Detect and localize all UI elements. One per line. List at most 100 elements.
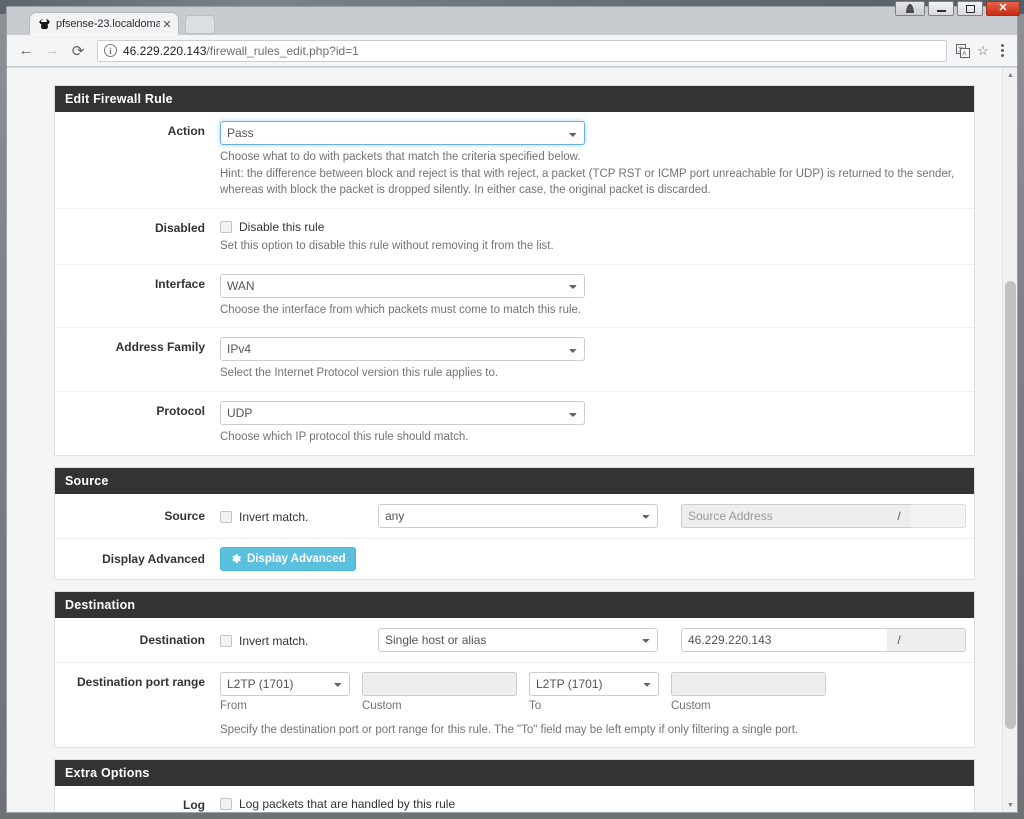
input-port-to-custom[interactable] — [671, 671, 826, 696]
form-group-source: Source Invert match. any Source Address … — [55, 494, 974, 539]
checkbox-source-invert[interactable] — [220, 510, 232, 523]
tab-title: pfsense-23.localdomain — [56, 18, 160, 30]
select-destination-mask[interactable] — [911, 627, 966, 652]
select-destination-type[interactable]: Single host or alias — [378, 627, 658, 652]
scroll-up-arrow-icon[interactable]: ▲ — [1003, 68, 1017, 83]
profile-icon[interactable] — [895, 1, 925, 16]
checkbox-log[interactable] — [220, 798, 232, 811]
panel-heading-extra-options: Extra Options — [55, 760, 974, 787]
url-text: 46.229.220.143/firewall_rules_edit.php?i… — [123, 44, 359, 58]
url-host: 46.229.220.143 — [123, 43, 207, 58]
port-to-cell: L2TP (1701) To — [529, 671, 659, 712]
reload-button[interactable]: ⟳ — [65, 38, 91, 64]
vertical-scrollbar[interactable]: ▲ ▼ — [1002, 68, 1017, 812]
help-disabled: Set this option to disable this rule wit… — [220, 240, 554, 253]
select-port-to[interactable]: L2TP (1701) — [529, 671, 659, 696]
select-port-from[interactable]: L2TP (1701) — [220, 671, 350, 696]
checkbox-row-source-invert[interactable]: Invert match. — [220, 508, 378, 524]
browser-menu-icon[interactable] — [993, 38, 1011, 64]
select-protocol[interactable]: UDP — [220, 401, 585, 426]
checkbox-destination-invert[interactable] — [220, 634, 232, 647]
new-tab-button[interactable] — [185, 15, 215, 34]
minimize-button[interactable] — [928, 1, 954, 16]
select-action[interactable]: Pass — [220, 121, 585, 145]
label-protocol: Protocol — [156, 404, 205, 419]
translate-icon[interactable]: 文 A — [953, 41, 973, 61]
scroll-down-arrow-icon[interactable]: ▼ — [1003, 798, 1017, 812]
help-action-3: whereas with block the packet is dropped… — [220, 184, 711, 197]
checkbox-row-disable-rule[interactable]: Disable this rule — [220, 218, 962, 234]
caption-port-from: From — [220, 699, 247, 712]
label-address-family: Address Family — [115, 340, 205, 355]
form-group-disabled: Disabled Disable this rule Set this opti… — [55, 209, 974, 265]
input-source-address[interactable] — [681, 503, 887, 528]
label-log: Log — [183, 798, 205, 813]
help-action-2: Hint: the difference between block and r… — [220, 167, 955, 180]
window-controls: ✕ — [895, 1, 1020, 16]
input-destination-address[interactable] — [681, 627, 887, 652]
panel-body-destination: Destination Invert match. Single host or… — [55, 618, 974, 748]
gear-icon — [232, 553, 241, 563]
scrollbar-thumb[interactable] — [1005, 281, 1016, 729]
checkbox-label-destination-invert: Invert match. — [239, 633, 309, 648]
help-action-1: Choose what to do with packets that matc… — [220, 151, 581, 163]
tab-close-icon[interactable]: ✕ — [160, 17, 174, 31]
form-group-interface: Interface WAN Choose the interface from … — [55, 265, 974, 329]
pfsense-page: Edit Firewall Rule Action Pass Choose wh… — [7, 68, 1002, 813]
help-port-range: Specify the destination port or port ran… — [220, 723, 799, 736]
help-interface: Choose the interface from which packets … — [220, 303, 582, 316]
panel-edit-firewall-rule: Edit Firewall Rule Action Pass Choose wh… — [54, 85, 975, 456]
bookmark-star-icon[interactable]: ☆ — [973, 41, 993, 61]
source-type-cell: any — [378, 503, 658, 528]
select-address-family[interactable]: IPv4 — [220, 337, 585, 362]
panel-heading-edit-rule: Edit Firewall Rule — [55, 86, 974, 112]
form-group-destination: Destination Invert match. Single host or… — [55, 618, 974, 663]
panel-heading-destination: Destination — [55, 591, 974, 618]
checkbox-label-log: Log packets that are handled by this rul… — [239, 797, 456, 812]
address-bar[interactable]: i 46.229.220.143/firewall_rules_edit.php… — [97, 39, 947, 62]
label-display-advanced: Display Advanced — [102, 551, 205, 566]
page-info-icon[interactable]: i — [104, 44, 117, 57]
checkbox-label-disable-rule: Disable this rule — [239, 220, 325, 235]
caption-port-from-custom: Custom — [362, 699, 402, 712]
port-from-custom-cell: Custom — [362, 671, 517, 712]
browser-toolbar: ← → ⟳ i 46.229.220.143/firewall_rules_ed… — [7, 35, 1017, 67]
page-content: Edit Firewall Rule Action Pass Choose wh… — [54, 85, 975, 813]
close-button[interactable]: ✕ — [986, 1, 1020, 16]
port-to-custom-cell: Custom — [671, 671, 826, 712]
select-source-mask[interactable] — [911, 503, 966, 528]
source-row: Invert match. any Source Address / — [220, 503, 966, 528]
port-range-row: L2TP (1701) From Custom L2TP (1701) To C… — [220, 671, 962, 712]
form-group-destination-port-range: Destination port range L2TP (1701) From — [55, 663, 974, 748]
panel-body-edit-rule: Action Pass Choose what to do with packe… — [55, 112, 974, 455]
display-advanced-button[interactable]: Display Advanced — [220, 546, 356, 571]
back-button[interactable]: ← — [13, 38, 39, 64]
os-window: ✕ pfsense-23.localdomain ✕ ← → ⟳ i 46.22… — [0, 0, 1024, 819]
panel-extra-options: Extra Options Log Log packets that are h… — [54, 759, 975, 813]
caption-port-to-custom: Custom — [671, 699, 711, 712]
browser-window: pfsense-23.localdomain ✕ ← → ⟳ i 46.229.… — [6, 6, 1018, 813]
checkbox-disable-rule[interactable] — [220, 221, 232, 234]
caption-port-to: To — [529, 699, 542, 712]
source-invert-cell: Invert match. — [220, 508, 378, 524]
select-source-type[interactable]: any — [378, 503, 658, 528]
form-group-display-advanced: Display Advanced Display Advanced — [55, 539, 974, 579]
svg-text:A: A — [962, 51, 966, 57]
label-destination-port-range: Destination port range — [76, 674, 205, 689]
destination-address-group: / — [681, 627, 966, 652]
help-protocol: Choose which IP protocol this rule shoul… — [220, 431, 469, 444]
form-group-log: Log Log packets that are handled by this… — [55, 786, 974, 813]
select-interface[interactable]: WAN — [220, 273, 585, 298]
forward-button: → — [44, 42, 60, 59]
destination-mask-separator: / — [887, 627, 911, 652]
destination-invert-cell: Invert match. — [220, 632, 378, 648]
input-port-from-custom[interactable] — [362, 671, 517, 696]
panel-heading-source: Source — [55, 467, 974, 494]
checkbox-row-destination-invert[interactable]: Invert match. — [220, 632, 378, 648]
port-from-cell: L2TP (1701) From — [220, 671, 350, 712]
maximize-button[interactable] — [957, 1, 983, 16]
panel-body-source: Source Invert match. any Source Address … — [55, 494, 974, 579]
label-action: Action — [167, 124, 205, 138]
checkbox-row-log[interactable]: Log packets that are handled by this rul… — [220, 795, 962, 811]
browser-tab[interactable]: pfsense-23.localdomain ✕ — [29, 12, 179, 35]
